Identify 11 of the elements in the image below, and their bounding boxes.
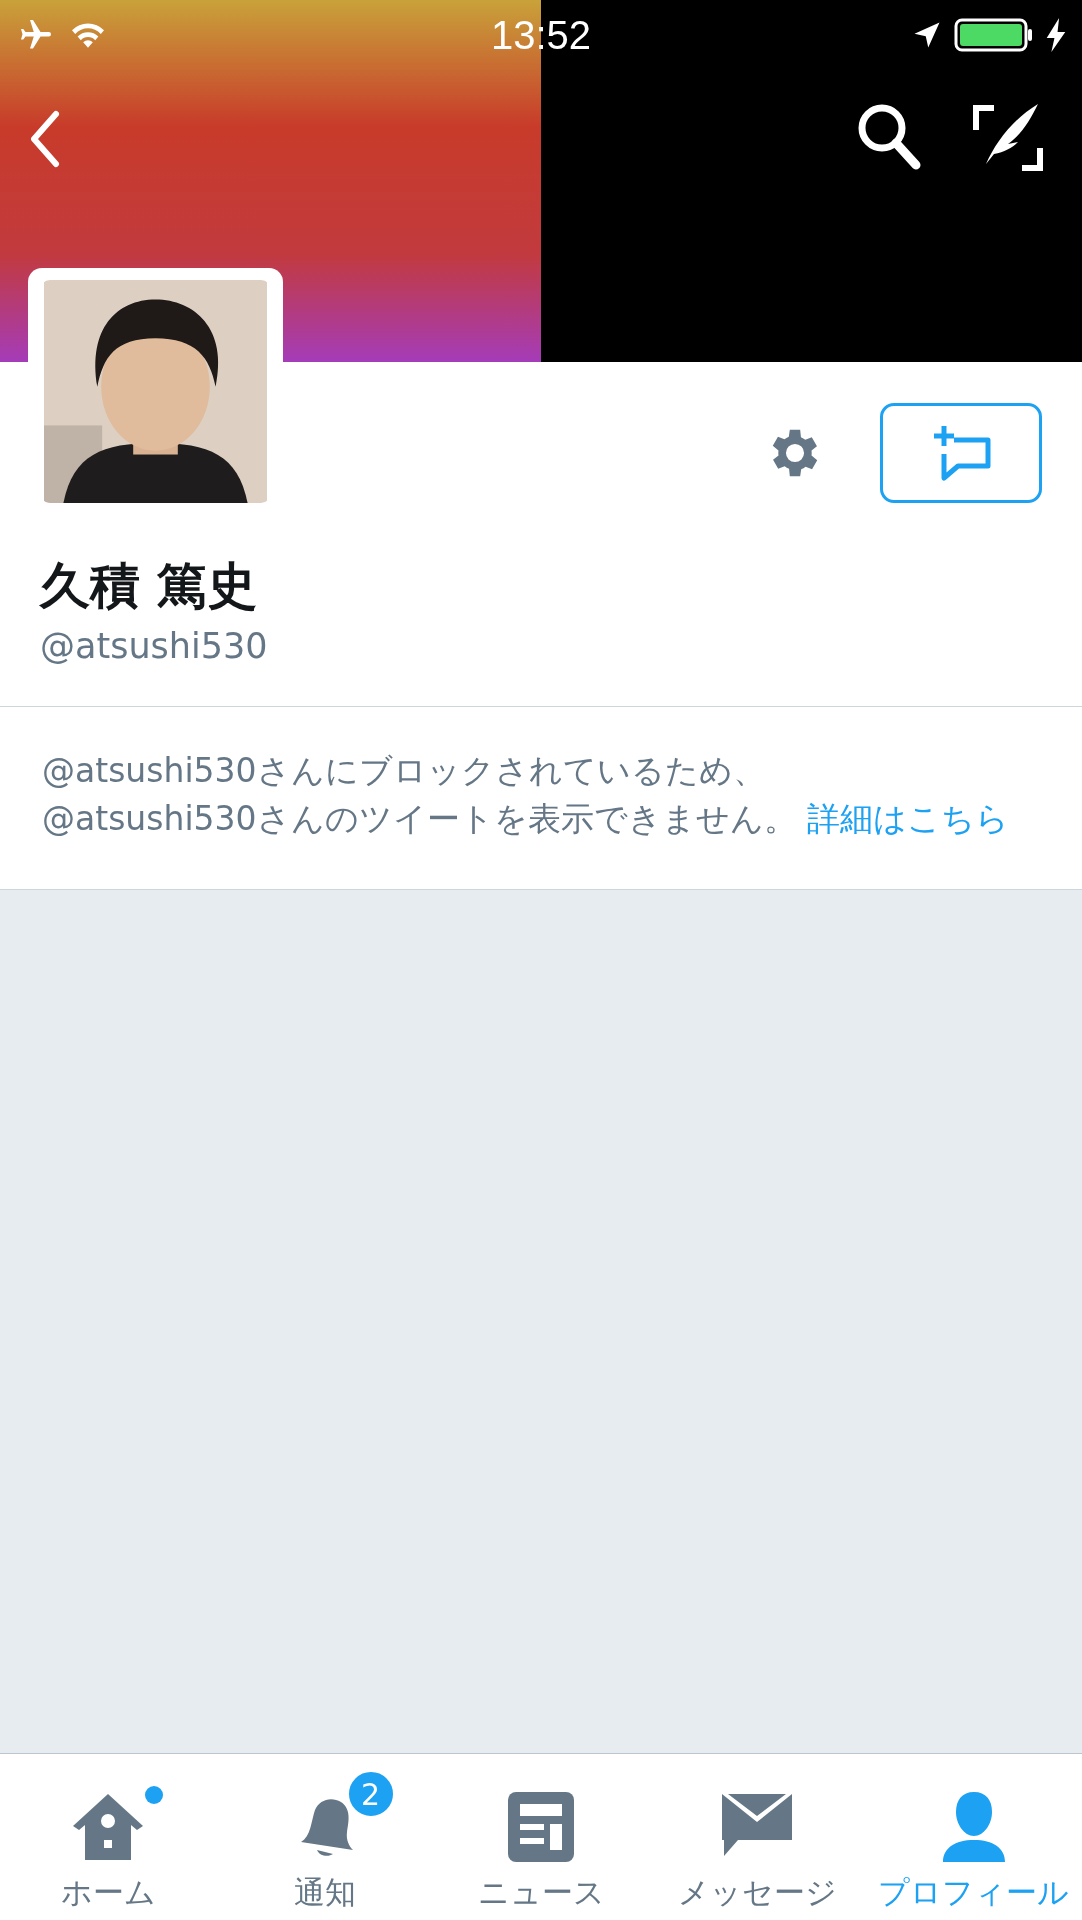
learn-more-link[interactable]: 詳細はこちら [807,799,1010,838]
profile-name: 久積 篤史 [40,556,259,617]
blocked-notice: @atsushi530さんにブロックされているため、 @atsushi530さんのツイートを表示できません。 詳細はこちら [42,750,1011,840]
message-button[interactable] [880,403,1042,503]
profile-handle: @atsushi530 [40,626,269,666]
tab-item[interactable]: ホーム [0,1754,217,1920]
tab-item[interactable]: ニュース [432,1754,650,1920]
tab-item[interactable]: メッセージ [649,1754,866,1920]
tab-item[interactable]: プロフィール [865,1754,1082,1920]
news-icon [508,1792,574,1862]
tab-item[interactable]: 2 通知 [216,1754,433,1920]
